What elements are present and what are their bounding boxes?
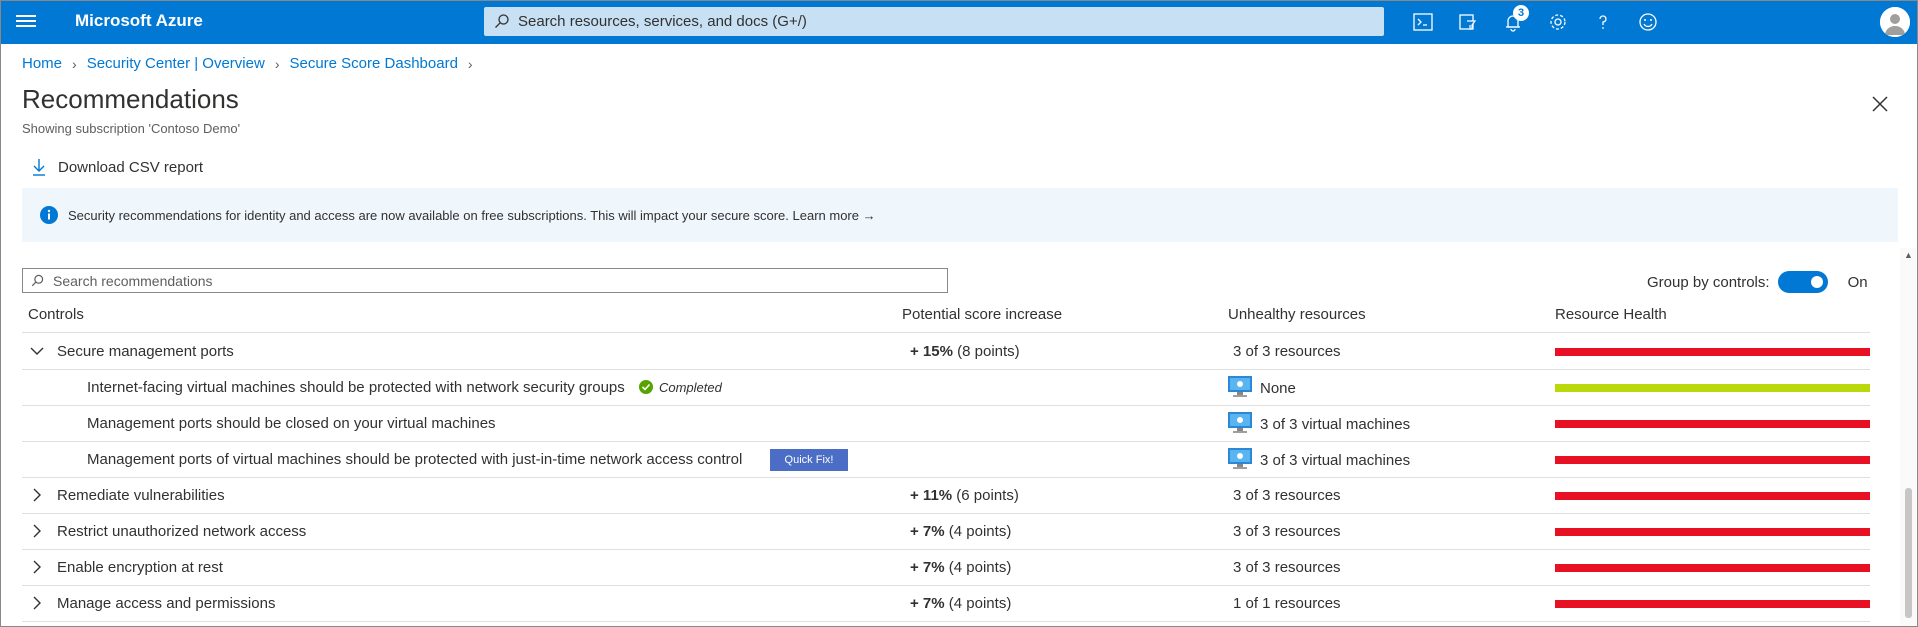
recommendation-name[interactable]: Management ports of virtual machines sho…: [87, 451, 742, 468]
learn-more-link[interactable]: Learn more →: [793, 208, 876, 223]
health-bar: [1555, 384, 1870, 392]
score-increase: + 7% (4 points): [910, 523, 1012, 540]
cloud-shell-icon[interactable]: [1409, 8, 1437, 36]
avatar[interactable]: [1880, 7, 1910, 37]
chevron-right-icon: ›: [467, 55, 473, 72]
recommendation-name[interactable]: Internet-facing virtual machines should …: [87, 379, 722, 398]
control-name[interactable]: Secure management ports: [57, 343, 234, 360]
health-bar: [1555, 492, 1870, 500]
download-csv-label: Download CSV report: [58, 158, 204, 176]
info-banner: Security recommendations for identity an…: [22, 188, 1898, 242]
table-row-child[interactable]: Internet-facing virtual machines should …: [22, 370, 1870, 406]
close-icon[interactable]: [1868, 92, 1892, 116]
unhealthy-resources: 3 of 3 resources: [1233, 523, 1341, 540]
score-increase: + 11% (6 points): [910, 487, 1019, 504]
column-header-controls[interactable]: Controls: [28, 306, 84, 323]
table-row-child[interactable]: Management ports of virtual machines sho…: [22, 442, 1870, 478]
chevron-right-icon[interactable]: [30, 524, 44, 538]
control-name[interactable]: Manage access and permissions: [57, 595, 275, 612]
score-increase: + 7% (4 points): [910, 595, 1012, 612]
group-by-label: Group by controls:: [1647, 273, 1770, 291]
chevron-right-icon: ›: [72, 55, 77, 72]
notification-badge: 3: [1513, 5, 1529, 21]
recommendations-search-input[interactable]: [53, 269, 933, 292]
global-search[interactable]: [484, 7, 1384, 36]
unhealthy-resources: 1 of 1 resources: [1233, 595, 1341, 612]
page-subtitle: Showing subscription 'Contoso Demo': [22, 121, 241, 136]
control-name[interactable]: Enable encryption at rest: [57, 559, 223, 576]
virtual-machine-icon: [1228, 412, 1252, 438]
unhealthy-resources: 3 of 3 virtual machines: [1228, 448, 1410, 474]
table-row[interactable]: Remediate vulnerabilities + 11% (6 point…: [22, 478, 1870, 514]
group-by-state: On: [1847, 273, 1868, 291]
table-row[interactable]: Secure management ports + 15% (8 points)…: [22, 334, 1870, 370]
unhealthy-resources: 3 of 3 virtual machines: [1228, 412, 1410, 438]
score-increase: + 7% (4 points): [910, 559, 1012, 576]
feedback-icon[interactable]: [1634, 8, 1662, 36]
quick-fix-button[interactable]: Quick Fix!: [770, 449, 848, 471]
column-header-health[interactable]: Resource Health: [1555, 306, 1667, 323]
help-icon[interactable]: [1589, 8, 1617, 36]
brand-title[interactable]: Microsoft Azure: [75, 11, 203, 31]
unhealthy-resources: 3 of 3 resources: [1233, 487, 1341, 504]
table-row[interactable]: Manage access and permissions + 7% (4 po…: [22, 586, 1870, 622]
page-title: Recommendations: [22, 84, 239, 114]
column-header-score[interactable]: Potential score increase: [902, 306, 1062, 323]
breadcrumb-secure-score[interactable]: Secure Score Dashboard: [289, 55, 457, 72]
settings-icon[interactable]: [1544, 8, 1572, 36]
banner-text: Security recommendations for identity an…: [68, 208, 789, 223]
info-icon: [40, 206, 58, 224]
global-search-input[interactable]: [518, 7, 1368, 36]
virtual-machine-icon: [1228, 448, 1252, 474]
unhealthy-resources: None: [1228, 376, 1296, 402]
health-bar: [1555, 456, 1870, 464]
breadcrumb: Home › Security Center | Overview › Secu…: [22, 55, 483, 72]
health-bar: [1555, 528, 1870, 536]
download-icon: [33, 159, 45, 176]
table-row[interactable]: Enable encryption at rest + 7% (4 points…: [22, 550, 1870, 586]
unhealthy-resources: 3 of 3 resources: [1233, 559, 1341, 576]
menu-icon[interactable]: [16, 12, 36, 32]
group-by-controls: Group by controls: On: [1647, 271, 1868, 293]
header-divider: [22, 332, 1870, 333]
virtual-machine-icon: [1228, 376, 1252, 402]
notifications-icon[interactable]: 3: [1499, 5, 1529, 36]
chevron-right-icon[interactable]: [30, 488, 44, 502]
search-icon: [31, 274, 44, 287]
health-bar: [1555, 564, 1870, 572]
chevron-right-icon[interactable]: [30, 560, 44, 574]
health-bar: [1555, 348, 1870, 356]
recommendations-search[interactable]: [22, 268, 948, 293]
health-bar: [1555, 420, 1870, 428]
table-row[interactable]: Restrict unauthorized network access + 7…: [22, 514, 1870, 550]
breadcrumb-home[interactable]: Home: [22, 55, 62, 72]
vertical-scrollbar[interactable]: ▲: [1900, 248, 1916, 626]
recommendation-name[interactable]: Management ports should be closed on you…: [87, 415, 496, 432]
column-header-unhealthy[interactable]: Unhealthy resources: [1228, 306, 1366, 323]
download-csv-button[interactable]: Download CSV report: [32, 158, 203, 176]
health-bar: [1555, 600, 1870, 608]
unhealthy-resources: 3 of 3 resources: [1233, 343, 1341, 360]
chevron-right-icon: ›: [274, 55, 280, 72]
group-by-toggle[interactable]: [1777, 271, 1828, 293]
score-increase: + 15% (8 points): [910, 343, 1020, 360]
control-name[interactable]: Restrict unauthorized network access: [57, 523, 306, 540]
banner-text-wrap: Security recommendations for identity an…: [68, 208, 876, 223]
status-completed: Completed: [658, 380, 722, 395]
top-bar: Microsoft Azure 3: [0, 0, 1918, 44]
control-name[interactable]: Remediate vulnerabilities: [57, 487, 225, 504]
check-circle-icon: [638, 380, 653, 398]
search-icon: [495, 14, 509, 28]
chevron-down-icon[interactable]: [30, 344, 44, 358]
scrollbar-thumb[interactable]: [1905, 488, 1912, 618]
table-row-child[interactable]: Management ports should be closed on you…: [22, 406, 1870, 442]
breadcrumb-security-center[interactable]: Security Center | Overview: [87, 55, 265, 72]
directory-filter-icon[interactable]: [1454, 8, 1482, 36]
scroll-up-icon[interactable]: ▲: [1904, 250, 1913, 260]
chevron-right-icon[interactable]: [30, 596, 44, 610]
